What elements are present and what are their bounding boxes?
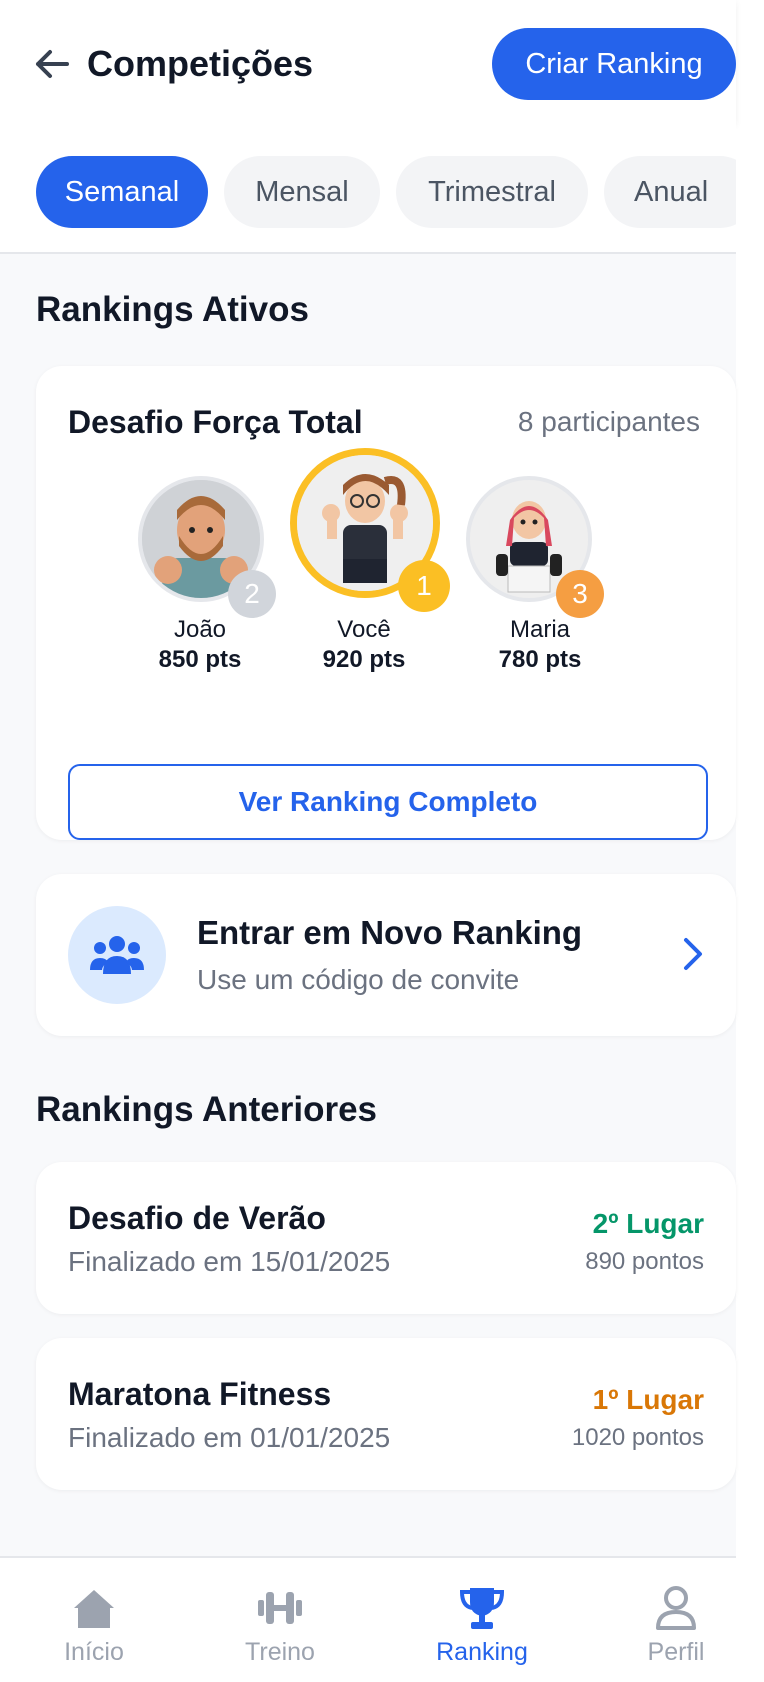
past-ranking-place: 1º Lugar	[592, 1384, 704, 1415]
past-rankings-heading: Rankings Anteriores	[36, 1090, 378, 1129]
app-screen: Competições Criar Ranking Semanal Mensal…	[0, 0, 736, 1682]
podium-second[interactable]: 2 João 850 pts	[110, 476, 290, 673]
player-points: 780 pts	[498, 646, 582, 673]
nav-label: Treino	[245, 1638, 315, 1666]
nav-label: Ranking	[436, 1638, 528, 1666]
past-ranking-points: 1020 pontos	[571, 1424, 704, 1451]
ranking-title: Desafio Força Total	[68, 404, 363, 440]
view-full-ranking-button[interactable]: Ver Ranking Completo	[68, 764, 708, 840]
join-title: Entrar em Novo Ranking	[197, 914, 583, 951]
join-subtitle: Use um código de convite	[197, 964, 520, 995]
arrow-left-icon	[36, 50, 69, 78]
back-button[interactable]	[32, 44, 72, 84]
past-ranking-place: 2º Lugar	[592, 1208, 704, 1239]
bottom-nav: Início Treino Ranking Perfil	[0, 1556, 736, 1682]
user-icon	[656, 1586, 696, 1630]
rank-badge: 2	[228, 570, 276, 618]
period-tabs: Semanal Mensal Trimestral Anual	[0, 124, 736, 254]
past-ranking-title: Maratona Fitness	[68, 1376, 332, 1412]
nav-treino[interactable]: Treino	[188, 1558, 372, 1682]
chevron-right-icon	[684, 938, 702, 970]
nav-label: Perfil	[647, 1638, 705, 1666]
active-rankings-heading: Rankings Ativos	[36, 290, 309, 329]
player-points: 920 pts	[322, 646, 406, 673]
tab-trimestral[interactable]: Trimestral	[396, 156, 588, 228]
home-icon	[74, 1590, 114, 1628]
participants-count: 8 participantes	[517, 406, 700, 437]
rank-badge: 1	[398, 560, 450, 612]
rank-badge: 3	[556, 570, 604, 618]
create-ranking-button[interactable]: Criar Ranking	[492, 28, 736, 100]
trophy-icon	[459, 1588, 505, 1629]
player-name: João	[173, 616, 227, 643]
nav-ranking[interactable]: Ranking	[390, 1558, 574, 1682]
nav-perfil[interactable]: Perfil	[584, 1558, 764, 1682]
podium-first[interactable]: 1 Você 920 pts	[274, 448, 454, 673]
nav-inicio[interactable]: Início	[2, 1558, 186, 1682]
player-name: Maria	[509, 616, 570, 643]
active-ranking-card: Desafio Força Total 8 participantes 2 Jo…	[36, 366, 736, 840]
users-icon	[90, 936, 144, 974]
join-ranking-card[interactable]: Entrar em Novo Ranking Use um código de …	[36, 874, 736, 1036]
tab-mensal[interactable]: Mensal	[224, 156, 380, 228]
past-ranking-item[interactable]: Desafio de Verão Finalizado em 15/01/202…	[36, 1162, 736, 1314]
past-ranking-title: Desafio de Verão	[68, 1200, 326, 1236]
page-title: Competições	[87, 43, 314, 84]
past-ranking-date: Finalizado em 01/01/2025	[68, 1422, 391, 1453]
tab-anual[interactable]: Anual	[604, 156, 736, 228]
past-ranking-item[interactable]: Maratona Fitness Finalizado em 01/01/202…	[36, 1338, 736, 1490]
dumbbell-icon	[258, 1592, 302, 1624]
past-ranking-date: Finalizado em 15/01/2025	[68, 1246, 391, 1277]
past-ranking-points: 890 pontos	[585, 1248, 704, 1275]
tab-semanal[interactable]: Semanal	[36, 156, 208, 228]
player-points: 850 pts	[158, 646, 242, 673]
player-name: Você	[337, 616, 391, 643]
podium-third[interactable]: 3 Maria 780 pts	[450, 476, 630, 673]
nav-label: Início	[64, 1638, 124, 1666]
header: Competições Criar Ranking	[0, 0, 736, 124]
join-icon-container	[68, 906, 166, 1004]
